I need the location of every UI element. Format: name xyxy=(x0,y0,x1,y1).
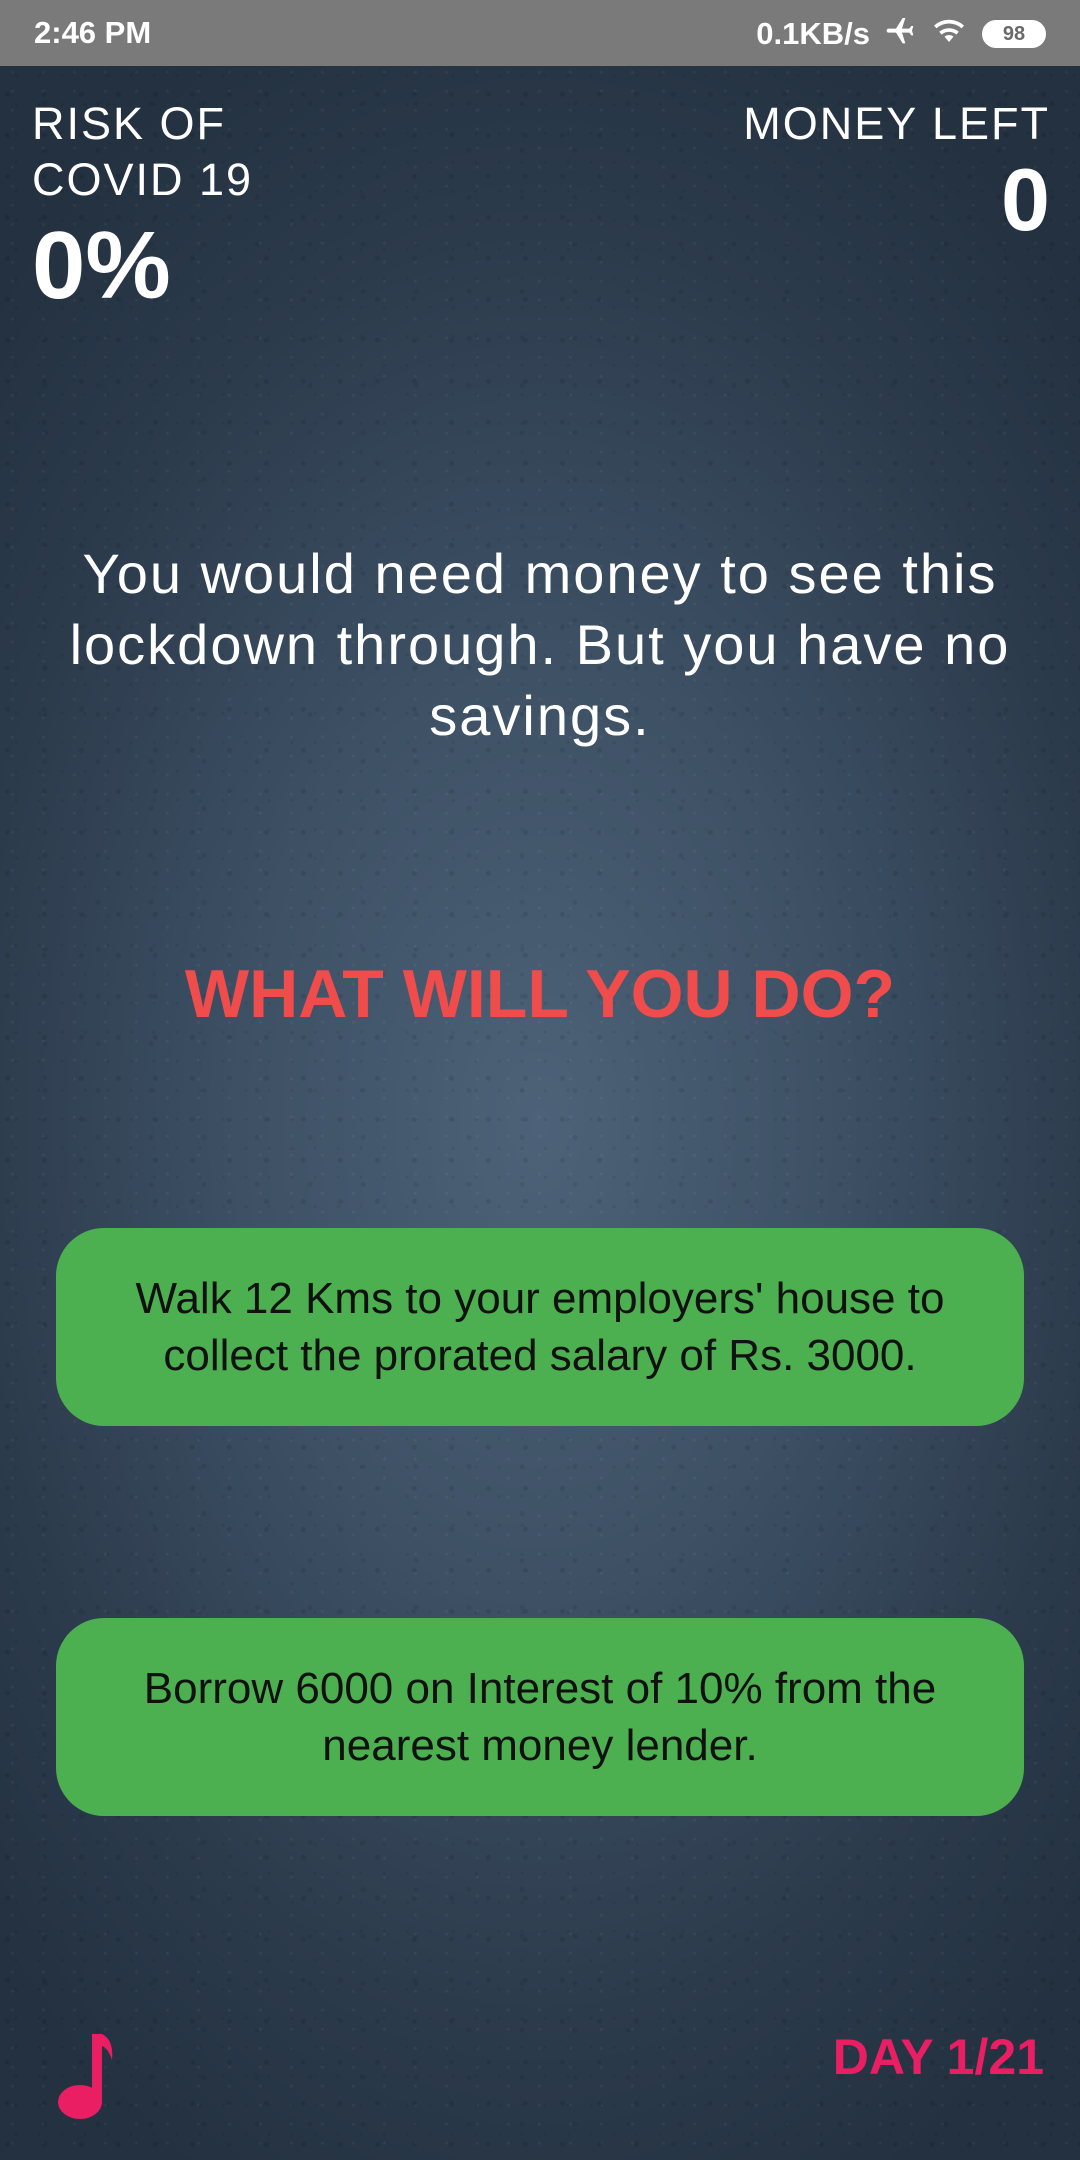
risk-value: 0% xyxy=(32,212,171,319)
choice-button-borrow[interactable]: Borrow 6000 on Interest of 10% from the … xyxy=(56,1618,1024,1816)
choice-label: Borrow 6000 on Interest of 10% from the … xyxy=(143,1664,937,1770)
choice-button-walk[interactable]: Walk 12 Kms to your employers' house to … xyxy=(56,1228,1024,1426)
status-bar: 2:46 PM 0.1KB/s 98 xyxy=(0,0,1080,66)
game-screen: 2:46 PM 0.1KB/s 98 RISK OF COVID 19 0% M… xyxy=(0,0,1080,2160)
battery-icon: 98 xyxy=(982,20,1046,48)
network-speed: 0.1KB/s xyxy=(756,16,870,51)
risk-indicator: RISK OF COVID 19 0% xyxy=(32,96,332,316)
day-counter: DAY 1/21 xyxy=(832,2029,1044,2085)
wifi-icon xyxy=(930,15,968,53)
prompt-heading: WHAT WILL YOU DO? xyxy=(184,956,896,1032)
money-value: 0 xyxy=(1001,150,1050,249)
status-icons: 0.1KB/s 98 xyxy=(756,14,1046,54)
background-texture xyxy=(0,0,1080,2160)
music-note-icon[interactable] xyxy=(50,2030,120,2120)
money-label: MONEY LEFT xyxy=(743,98,1050,149)
status-time: 2:46 PM xyxy=(34,15,152,50)
story-text: You would need money to see this lockdow… xyxy=(69,542,1011,747)
airplane-mode-icon xyxy=(884,14,916,54)
risk-label: RISK OF COVID 19 xyxy=(32,98,254,205)
choice-label: Walk 12 Kms to your employers' house to … xyxy=(135,1274,945,1380)
money-indicator: MONEY LEFT 0 xyxy=(743,96,1050,248)
